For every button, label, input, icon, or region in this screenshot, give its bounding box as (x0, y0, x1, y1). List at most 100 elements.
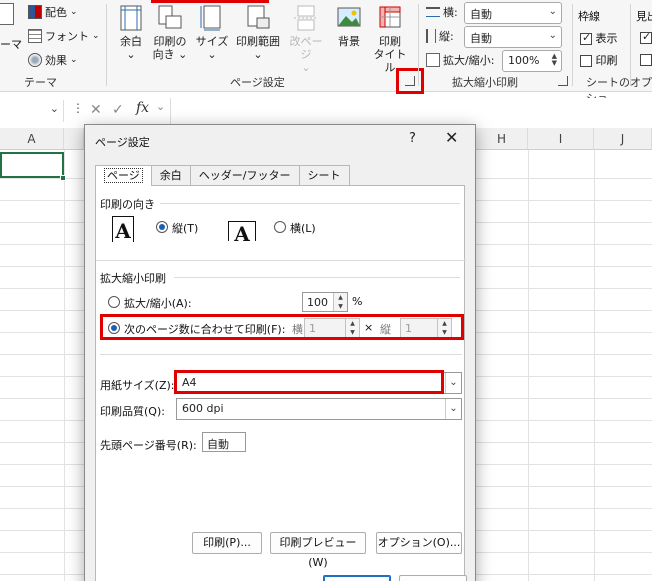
portrait-radio[interactable] (156, 221, 168, 233)
colors-label: 配色 (45, 6, 67, 19)
ok-button[interactable] (323, 575, 391, 581)
enter-icon[interactable]: ✓ (112, 102, 124, 118)
scaling-section-title: 拡大縮小印刷 (100, 272, 166, 285)
formula-input[interactable] (170, 98, 652, 124)
tab-sheet[interactable]: シート (298, 165, 350, 185)
background-button[interactable]: 背景 (332, 4, 366, 48)
fit-to-highlight (100, 314, 464, 340)
tab-page[interactable]: ページ (95, 165, 152, 186)
column-header-a[interactable]: A (0, 128, 64, 150)
effects-button[interactable]: 効果 ⌄ (28, 50, 78, 70)
margins-button[interactable]: 余白 ⌄ (114, 4, 148, 61)
active-cell[interactable] (0, 152, 64, 178)
tab-header-footer[interactable]: ヘッダー/フッター (189, 165, 300, 185)
adjust-to-spinner[interactable]: 100 ▲ ▼ (302, 292, 348, 312)
more-icon[interactable]: ⋮ (72, 101, 84, 115)
landscape-radio[interactable] (274, 221, 286, 233)
tab-margins[interactable]: 余白 (150, 165, 191, 185)
scale-row: 拡大/縮小: (426, 50, 494, 70)
adjust-to-label[interactable]: 拡大/縮小(A): (124, 295, 192, 311)
gridlines-view-option[interactable]: 表示 (580, 30, 618, 46)
page-tab-panel: 印刷の向き A 縦(T) A 横(L) 拡大縮小印刷 拡大/縮小(A): 100… (95, 185, 466, 581)
width-row: 横: (426, 2, 458, 22)
print-titles-button[interactable]: 印刷 タイトル (370, 4, 410, 74)
gridlines-print-checkbox[interactable] (580, 55, 592, 67)
column-header-i[interactable]: I (528, 128, 594, 150)
adjust-to-radio[interactable] (108, 296, 120, 308)
dialog-title: ページ設定 (95, 136, 150, 149)
theme-group-label: テーマ (24, 76, 57, 89)
page-break-button[interactable]: 改ページ ⌄ (285, 4, 327, 74)
close-icon[interactable]: ✕ (445, 128, 458, 147)
options-button[interactable]: オプション(O)... (376, 532, 462, 554)
portrait-icon: A (112, 216, 134, 243)
width-select[interactable]: 自動 ⌄ (464, 2, 562, 24)
height-row: 縦: (426, 26, 454, 46)
print-button[interactable]: 印刷(P)... (192, 532, 262, 554)
print-quality-label: 印刷品質(Q): (100, 405, 165, 418)
help-icon[interactable]: ? (409, 131, 416, 146)
orientation-button[interactable]: 印刷の 向き ⌄ (150, 4, 190, 61)
background-icon (337, 7, 361, 27)
colors-button[interactable]: 配色 ⌄ (28, 2, 78, 22)
spin-icon[interactable]: ▲ ▼ (552, 53, 557, 67)
cancel-icon[interactable]: ✕ (90, 102, 102, 118)
scale-spinner[interactable]: 100% ▲ ▼ (502, 50, 562, 72)
column-header-h[interactable]: H (476, 128, 528, 150)
fonts-label: フォント (45, 30, 89, 43)
formula-bar: ⌄ ⋮ ✕ ✓ fx ⌄ (0, 98, 652, 126)
gridlines-view-checkbox[interactable] (580, 31, 592, 45)
scale-icon (426, 53, 440, 67)
width-icon (426, 7, 440, 17)
chevron-down-icon: ⌄ (445, 399, 461, 419)
colors-icon (28, 5, 42, 19)
margins-label: 余白 (120, 35, 142, 48)
print-area-button[interactable]: 印刷範囲 ⌄ (232, 4, 284, 61)
section-divider (174, 277, 460, 278)
spin-icon[interactable]: ▲ ▼ (333, 293, 347, 311)
size-button[interactable]: サイズ ⌄ (194, 4, 230, 61)
height-select[interactable]: 自動 ⌄ (464, 26, 562, 48)
column-line (64, 150, 65, 581)
headings-view-checkbox[interactable] (640, 30, 652, 44)
themes-icon (0, 3, 14, 25)
adjust-to-unit: % (352, 295, 363, 308)
headings-print-checkbox[interactable] (640, 54, 652, 66)
column-header-j[interactable]: J (594, 128, 652, 150)
print-quality-select[interactable]: 600 dpi ⌄ (176, 398, 462, 420)
page-setup-group-label: ページ設定 (230, 76, 285, 89)
insert-function-icon[interactable]: fx (136, 100, 149, 116)
background-label: 背景 (338, 35, 360, 48)
effects-label: 効果 (45, 54, 67, 67)
height-label: 縦: (439, 30, 454, 43)
gridlines-print-label: 印刷 (595, 54, 618, 67)
print-preview-button[interactable]: 印刷プレビュー(W) (270, 532, 366, 569)
chevron-down-icon[interactable]: ⌄ (50, 102, 59, 115)
chevron-down-icon: ⌄ (301, 61, 311, 74)
page-setup-dialog-launcher-icon[interactable] (405, 76, 415, 86)
chevron-down-icon: ⌄ (70, 7, 78, 17)
fill-handle[interactable] (60, 175, 66, 181)
height-icon (426, 29, 436, 43)
group-separator (106, 4, 107, 86)
scale-dialog-launcher-icon[interactable] (558, 76, 568, 86)
chevron-down-icon: ⌄ (445, 373, 461, 393)
column-header-b[interactable] (64, 128, 84, 150)
fonts-button[interactable]: フォント ⌄ (28, 26, 100, 46)
gridlines-print-option[interactable]: 印刷 (580, 52, 618, 68)
column-line (594, 150, 595, 581)
chevron-down-icon: ⌄ (70, 55, 78, 65)
cancel-button[interactable] (399, 575, 467, 581)
themes-button[interactable] (0, 3, 14, 25)
chevron-down-icon[interactable]: ⌄ (156, 100, 165, 113)
portrait-label[interactable]: 縦(T) (172, 220, 198, 236)
landscape-label[interactable]: 横(L) (290, 220, 316, 236)
name-box[interactable]: ⌄ (0, 100, 64, 122)
print-titles-icon (379, 6, 401, 28)
first-page-number-input[interactable]: 自動 (202, 432, 246, 452)
page-setup-dialog: ページ設定 ? ✕ ページ 余白 ヘッダー/フッター シート 印刷の向き A 縦… (84, 124, 476, 581)
section-divider (100, 354, 462, 355)
group-separator (572, 4, 573, 86)
headings-title: 見出 (636, 10, 652, 23)
page-break-label: 改ページ (289, 35, 323, 61)
